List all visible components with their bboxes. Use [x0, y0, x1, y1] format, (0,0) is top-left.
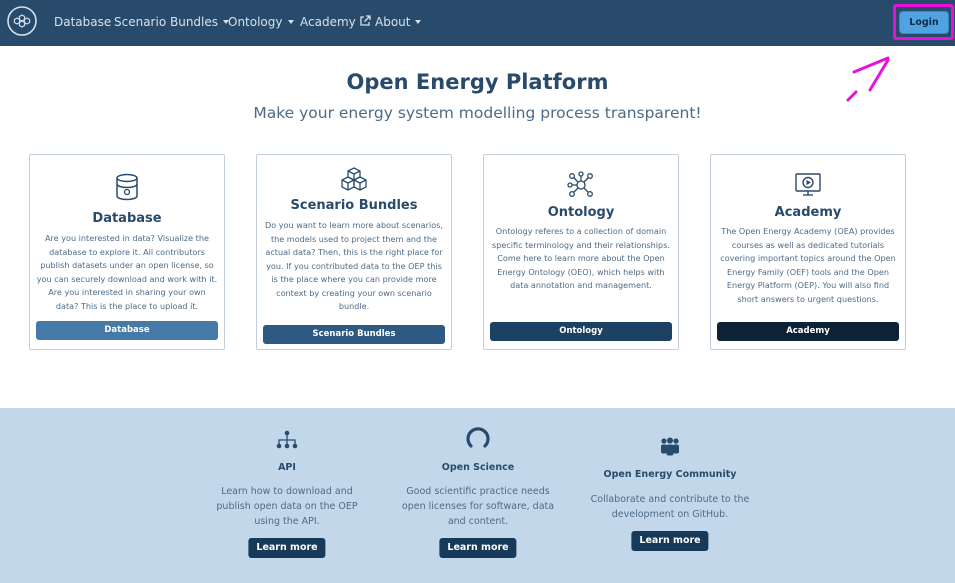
- network-icon: [567, 171, 593, 197]
- nav-ontology[interactable]: Ontology: [228, 15, 294, 29]
- caret-down-icon: [415, 20, 422, 24]
- feature-community: Open Energy Community Collaborate and co…: [590, 408, 750, 583]
- page-subtitle: Make your energy system modelling proces…: [253, 104, 702, 122]
- nav-academy[interactable]: Academy: [300, 15, 371, 29]
- feature-description: Good scientific practice needs open lice…: [401, 486, 555, 527]
- open-science-learn-more-button[interactable]: Learn more: [439, 538, 517, 558]
- nav-scenario-bundles-label: Scenario Bundles: [114, 15, 219, 29]
- community-learn-more-button[interactable]: Learn more: [631, 531, 709, 551]
- navbar: Database Scenario Bundles Ontology Acade…: [0, 0, 955, 46]
- card-scenario-bundles: Scenario Bundles Do you want to learn mo…: [256, 154, 452, 350]
- api-learn-more-button[interactable]: Learn more: [248, 538, 326, 558]
- open-access-icon: [466, 427, 490, 448]
- feature-title: Open Science: [441, 462, 515, 473]
- community-icon: [661, 437, 679, 456]
- card-academy: Academy The Open Energy Academy (OEA) pr…: [710, 154, 906, 350]
- external-link-icon: [360, 15, 371, 26]
- academy-button[interactable]: Academy: [717, 322, 899, 341]
- login-button[interactable]: Login: [899, 11, 949, 34]
- card-description: Ontology referes to a collection of doma…: [491, 226, 670, 290]
- nav-database-label: Database: [54, 15, 112, 29]
- card-description: Do you want to learn more about scenario…: [265, 220, 443, 311]
- card-title: Scenario Bundles: [290, 198, 418, 213]
- caret-down-icon: [287, 20, 294, 24]
- feature-description: Learn how to download and publish open d…: [216, 486, 358, 527]
- feature-open-science: Open Science Good scientific practice ne…: [398, 408, 558, 583]
- oep-logo-icon[interactable]: [7, 6, 37, 36]
- ontology-button[interactable]: Ontology: [490, 322, 672, 341]
- card-title: Database: [92, 211, 162, 226]
- feature-title: API: [278, 462, 296, 473]
- feature-title: Open Energy Community: [603, 469, 737, 480]
- nav-database[interactable]: Database: [54, 15, 111, 29]
- page-title: Open Energy Platform: [346, 70, 609, 94]
- nav-academy-label: Academy: [300, 15, 356, 29]
- card-database: Database Are you interested in data? Vis…: [29, 154, 225, 350]
- boxes-icon: [341, 167, 367, 191]
- sitemap-icon: [276, 430, 298, 449]
- card-ontology: Ontology Ontology referes to a collectio…: [483, 154, 679, 350]
- card-description: The Open Energy Academy (OEA) provides c…: [720, 226, 896, 304]
- login-highlight-box: Login: [893, 4, 954, 40]
- database-icon: [116, 173, 138, 201]
- nav-scenario-bundles[interactable]: Scenario Bundles: [114, 15, 230, 29]
- database-button[interactable]: Database: [36, 321, 218, 340]
- nav-about-label: About: [375, 15, 411, 29]
- feature-api: API Learn how to download and publish op…: [207, 408, 367, 583]
- feature-description: Collaborate and contribute to the develo…: [590, 494, 750, 520]
- card-title: Academy: [774, 205, 842, 220]
- video-icon: [795, 173, 821, 196]
- scenario-bundles-button[interactable]: Scenario Bundles: [263, 325, 445, 344]
- nav-ontology-label: Ontology: [228, 15, 283, 29]
- features-section: API Learn how to download and publish op…: [0, 408, 955, 583]
- card-description: Are you interested in data? Visualize th…: [36, 233, 218, 311]
- nav-about[interactable]: About: [375, 15, 422, 29]
- card-title: Ontology: [547, 205, 615, 220]
